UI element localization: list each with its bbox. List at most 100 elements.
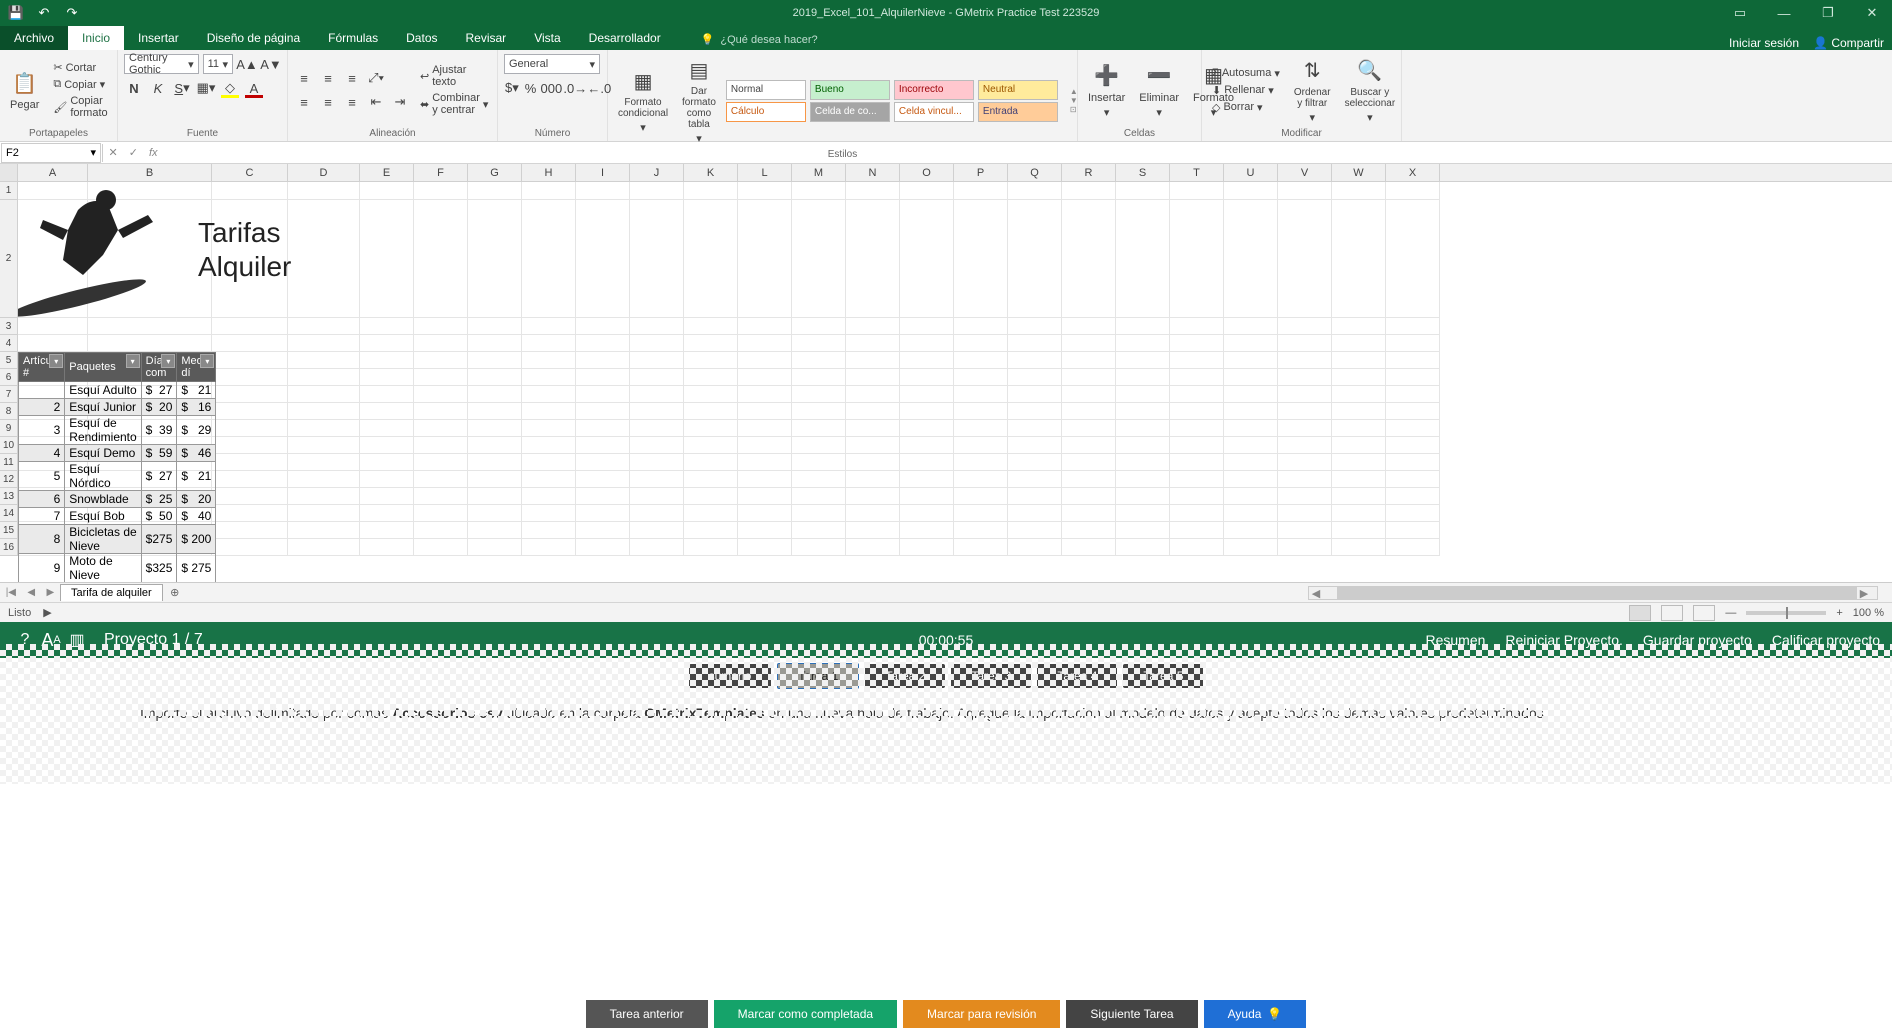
font-size-combo[interactable]: 11▾ <box>203 54 233 74</box>
save-icon[interactable]: 💾 <box>8 5 24 21</box>
indent-inc-icon[interactable]: ⇥ <box>390 92 410 112</box>
col-header-Q[interactable]: Q <box>1008 164 1062 181</box>
style-celdavinc[interactable]: Celda vincul... <box>894 102 974 122</box>
decrease-font-icon[interactable]: A▼ <box>261 54 281 74</box>
filter-icon[interactable]: ▾ <box>126 354 140 368</box>
zoom-out-icon[interactable]: — <box>1725 607 1736 619</box>
tab-developer[interactable]: Desarrollador <box>575 26 675 50</box>
sheet-nav-prev-icon[interactable]: ◀ <box>27 587 35 598</box>
conditional-format-button[interactable]: ▦Formato condicional▾ <box>614 54 672 147</box>
col-header-C[interactable]: C <box>212 164 288 181</box>
table-row[interactable]: Esquí Adulto$27$21 <box>19 382 216 399</box>
style-calculo[interactable]: Cálculo <box>726 102 806 122</box>
col-header-A[interactable]: A <box>18 164 88 181</box>
merge-center-button[interactable]: ⬌Combinar y centrar ▾ <box>416 91 492 117</box>
col-header-G[interactable]: G <box>468 164 522 181</box>
format-painter-button[interactable]: 🖌Copiar formato <box>49 94 111 120</box>
table-header[interactable]: Paquetes▾ <box>65 353 141 382</box>
indent-dec-icon[interactable]: ⇤ <box>366 92 386 112</box>
row-header[interactable]: 5 <box>0 352 18 369</box>
align-left-icon[interactable]: ≡ <box>294 92 314 112</box>
bold-icon[interactable]: N <box>124 78 144 98</box>
col-header-J[interactable]: J <box>630 164 684 181</box>
orientation-icon[interactable]: ⤢▾ <box>366 68 386 88</box>
col-header-O[interactable]: O <box>900 164 954 181</box>
col-header-B[interactable]: B <box>88 164 212 181</box>
col-header-T[interactable]: T <box>1170 164 1224 181</box>
style-incorrecto[interactable]: Incorrecto <box>894 80 974 100</box>
col-header-H[interactable]: H <box>522 164 576 181</box>
minimize-icon[interactable]: — <box>1764 0 1804 26</box>
zoom-slider[interactable] <box>1746 611 1826 615</box>
row-header[interactable]: 12 <box>0 471 18 488</box>
col-header-L[interactable]: L <box>738 164 792 181</box>
table-row[interactable]: 2Esquí Junior$20$16 <box>19 399 216 416</box>
tab-view[interactable]: Vista <box>520 26 574 50</box>
formula-input[interactable] <box>163 151 1892 155</box>
underline-icon[interactable]: S ▾ <box>172 78 192 98</box>
tab-file[interactable]: Archivo <box>0 26 68 50</box>
col-header-S[interactable]: S <box>1116 164 1170 181</box>
align-center-icon[interactable]: ≡ <box>318 92 338 112</box>
filter-icon[interactable]: ▾ <box>49 354 63 368</box>
style-normal[interactable]: Normal <box>726 80 806 100</box>
accounting-icon[interactable]: $▾ <box>504 78 520 98</box>
table-row[interactable]: 3Esquí de Rendimiento$39$29 <box>19 416 216 445</box>
sheet-tab-active[interactable]: Tarifa de alquiler <box>60 584 163 601</box>
share-button[interactable]: 👤 Compartir <box>1813 36 1884 50</box>
percent-icon[interactable]: % <box>524 78 538 98</box>
horizontal-scrollbar[interactable]: ◀ ▶ <box>1308 586 1878 600</box>
font-name-combo[interactable]: Century Gothic▾ <box>124 54 199 74</box>
format-table-button[interactable]: ▤Dar formato como tabla▾ <box>678 54 720 147</box>
sort-filter-button[interactable]: ⇅Ordenar y filtrar▾ <box>1290 54 1335 126</box>
insert-cells-button[interactable]: ➕Insertar▾ <box>1084 54 1129 126</box>
mark-complete-button[interactable]: Marcar como completada <box>714 1000 897 1028</box>
row-header[interactable]: 10 <box>0 437 18 454</box>
sheet-nav-next-icon[interactable]: ▶ <box>47 587 55 598</box>
filter-icon[interactable]: ▾ <box>200 354 214 368</box>
sheet-nav-first-icon[interactable]: |◀ <box>6 587 16 598</box>
cancel-formula-icon[interactable]: ✕ <box>109 146 118 159</box>
clear-button[interactable]: ◇ Borrar ▾ <box>1208 100 1284 115</box>
next-task-button[interactable]: Siguiente Tarea <box>1066 1000 1197 1028</box>
increase-decimal-icon[interactable]: .0→ <box>565 78 585 98</box>
col-header-F[interactable]: F <box>414 164 468 181</box>
col-header-E[interactable]: E <box>360 164 414 181</box>
col-header-U[interactable]: U <box>1224 164 1278 181</box>
paste-button[interactable]: 📋 Pegar <box>6 54 43 126</box>
filter-icon[interactable]: ▾ <box>161 354 175 368</box>
style-celdacomp[interactable]: Celda de co... <box>810 102 890 122</box>
align-bottom-icon[interactable]: ≡ <box>342 68 362 88</box>
row-header[interactable]: 1 <box>0 182 18 200</box>
col-header-V[interactable]: V <box>1278 164 1332 181</box>
font-color-icon[interactable]: A <box>244 78 264 98</box>
add-sheet-button[interactable]: ⊕ <box>163 586 187 599</box>
table-row[interactable]: 9Moto de Nieve$325$275 <box>19 554 216 583</box>
table-header[interactable]: Medio dí▾ <box>177 353 216 382</box>
row-header[interactable]: 11 <box>0 454 18 471</box>
decrease-decimal-icon[interactable]: ←.0 <box>589 78 609 98</box>
row-header[interactable]: 14 <box>0 505 18 522</box>
align-middle-icon[interactable]: ≡ <box>318 68 338 88</box>
style-bueno[interactable]: Bueno <box>810 80 890 100</box>
prev-task-button[interactable]: Tarea anterior <box>586 1000 708 1028</box>
increase-font-icon[interactable]: A▲ <box>237 54 257 74</box>
col-header-N[interactable]: N <box>846 164 900 181</box>
tab-layout[interactable]: Diseño de página <box>193 26 314 50</box>
style-neutral[interactable]: Neutral <box>978 80 1058 100</box>
table-header[interactable]: Día com▾ <box>141 353 177 382</box>
col-header-X[interactable]: X <box>1386 164 1440 181</box>
table-row[interactable]: 5Esquí Nórdico$27$21 <box>19 462 216 491</box>
mark-review-button[interactable]: Marcar para revisión <box>903 1000 1060 1028</box>
delete-cells-button[interactable]: ➖Eliminar▾ <box>1135 54 1183 126</box>
tab-formulas[interactable]: Fórmulas <box>314 26 392 50</box>
tab-insert[interactable]: Insertar <box>124 26 193 50</box>
table-row[interactable]: 7Esquí Bob$50$40 <box>19 508 216 525</box>
view-pagebreak-icon[interactable] <box>1693 605 1715 621</box>
row-header[interactable]: 2 <box>0 200 18 318</box>
name-box[interactable]: F2▾ <box>1 143 101 163</box>
row-header[interactable]: 6 <box>0 369 18 386</box>
zoom-in-icon[interactable]: + <box>1836 607 1842 619</box>
table-row[interactable]: 8Bicicletas de Nieve$275$200 <box>19 525 216 554</box>
row-header[interactable]: 9 <box>0 420 18 437</box>
